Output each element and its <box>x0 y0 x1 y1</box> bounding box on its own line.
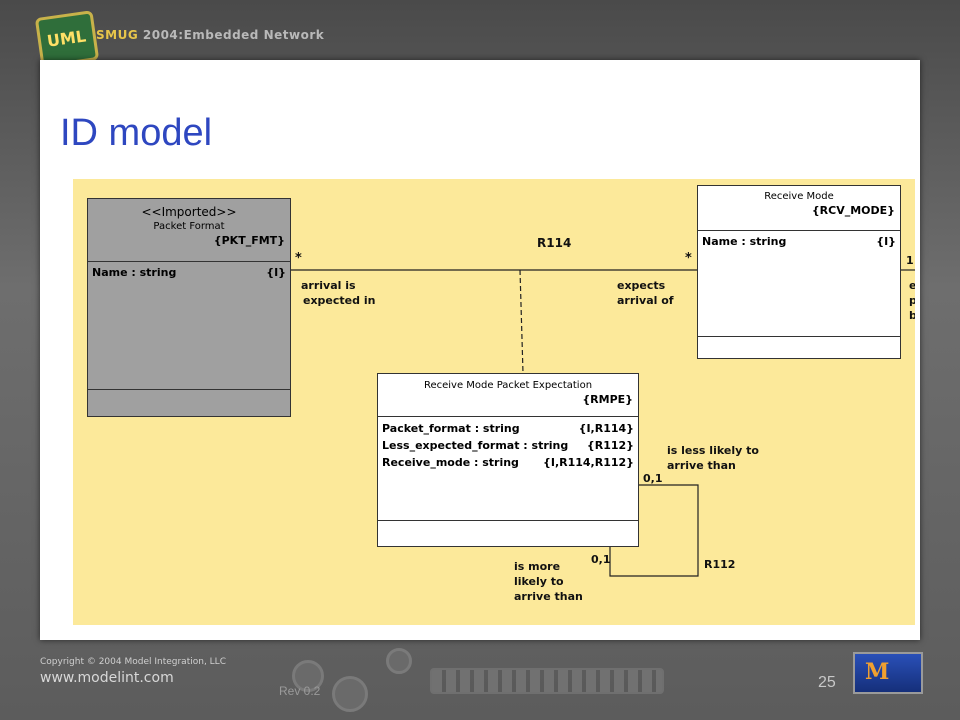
offscreen-mult: 1 <box>906 254 914 267</box>
r114-phrase-left: arrival is expected in <box>301 278 375 308</box>
rmpe-class[interactable]: Receive Mode Packet Expectation {RMPE} P… <box>377 373 639 547</box>
phrase-line: is more <box>514 560 561 573</box>
rmpe-divider-2 <box>378 520 638 521</box>
receive-mode-name: Receive Mode <box>764 191 834 202</box>
r114-label: R114 <box>537 236 572 250</box>
phrase-line: p <box>909 294 915 307</box>
banner-brand: SMUG <box>96 28 139 42</box>
logo-glyph: M <box>865 659 890 685</box>
r114-mult-left: * <box>295 251 302 266</box>
r114-mult-right: * <box>685 251 692 266</box>
phrase-line: arrive than <box>514 590 583 603</box>
packet-format-name: Packet Format <box>153 221 225 232</box>
phrase-line: b <box>909 309 915 322</box>
packet-format-stereotype: <<Imported>> <box>141 205 237 219</box>
phrase-line: likely to <box>514 575 564 588</box>
phrase-line: arrival of <box>617 294 674 307</box>
rmpe-attr-2: Less_expected_format : string {R112} <box>382 439 634 452</box>
gear-icon-2 <box>332 676 368 712</box>
receive-mode-class[interactable]: Receive Mode {RCV_MODE} Name : string {I… <box>697 185 901 359</box>
receive-mode-attr: Name : string {I} <box>702 235 896 248</box>
conference-banner: SMUG 2004:Embedded Network <box>96 28 324 42</box>
class-diagram: <<Imported>> Packet Format {PKT_FMT} Nam… <box>73 179 915 625</box>
phrase-line: expected in <box>303 294 376 307</box>
rmpe-attr-1: Packet_format : string {I,R114} <box>382 422 634 435</box>
r112-phrase-bottom: is more likely to arrive than <box>514 559 583 604</box>
attr-name: Less_expected_format : string <box>382 439 569 452</box>
gear-icon-3 <box>386 648 412 674</box>
revision-label: Rev 0.2 <box>279 684 321 698</box>
double-arrow-decoration <box>430 668 664 694</box>
attr-tag: {I} <box>266 266 286 279</box>
packet-format-attr: Name : string {I} <box>92 266 286 279</box>
r114-associative-line <box>519 269 524 374</box>
packet-format-divider-2 <box>88 389 290 390</box>
packet-format-class[interactable]: <<Imported>> Packet Format {PKT_FMT} Nam… <box>87 198 291 417</box>
r112-mult-bottom: 0,1 <box>591 553 611 566</box>
attr-tag: {I,R114} <box>578 422 634 435</box>
uml-logo-text: UML <box>45 26 88 51</box>
copyright-text: Copyright © 2004 Model Integration, LLC <box>40 657 226 667</box>
attr-tag: {I,R114,R112} <box>543 456 634 469</box>
packet-format-divider <box>88 261 290 262</box>
r114-phrase-right: expects arrival of <box>617 278 674 308</box>
slide-title: ID model <box>60 112 213 154</box>
phrase-line: arrival is <box>301 279 356 292</box>
attr-name: Packet_format : string <box>382 422 520 435</box>
packet-format-key: {PKT_FMT} <box>213 234 285 247</box>
r112-label: R112 <box>704 558 736 571</box>
receive-mode-key: {RCV_MODE} <box>811 204 895 217</box>
attr-tag: {R112} <box>586 439 634 452</box>
attr-tag: {I} <box>876 235 896 248</box>
attr-name: Receive_mode : string <box>382 456 519 469</box>
phrase-line: e <box>909 279 915 292</box>
attr-name: Name : string <box>702 235 787 248</box>
page-number: 25 <box>818 674 836 691</box>
company-url[interactable]: www.modelint.com <box>40 670 174 686</box>
banner-rest: 2004:Embedded Network <box>138 28 325 42</box>
model-integration-logo: M <box>853 652 923 694</box>
r112-phrase-top: is less likely to arrive than <box>667 443 759 473</box>
rmpe-attr-3: Receive_mode : string {I,R114,R112} <box>382 456 634 469</box>
rmpe-divider <box>378 416 638 417</box>
r112-mult-top: 0,1 <box>643 472 663 485</box>
receive-mode-divider <box>698 230 900 231</box>
rmpe-name: Receive Mode Packet Expectation <box>423 380 593 391</box>
phrase-line: arrive than <box>667 459 736 472</box>
attr-name: Name : string <box>92 266 177 279</box>
rmpe-key: {RMPE} <box>582 393 633 406</box>
receive-mode-divider-2 <box>698 336 900 337</box>
phrase-line: is less likely to <box>667 444 759 457</box>
phrase-line: expects <box>617 279 666 292</box>
offscreen-phrase: e p b <box>909 278 915 323</box>
